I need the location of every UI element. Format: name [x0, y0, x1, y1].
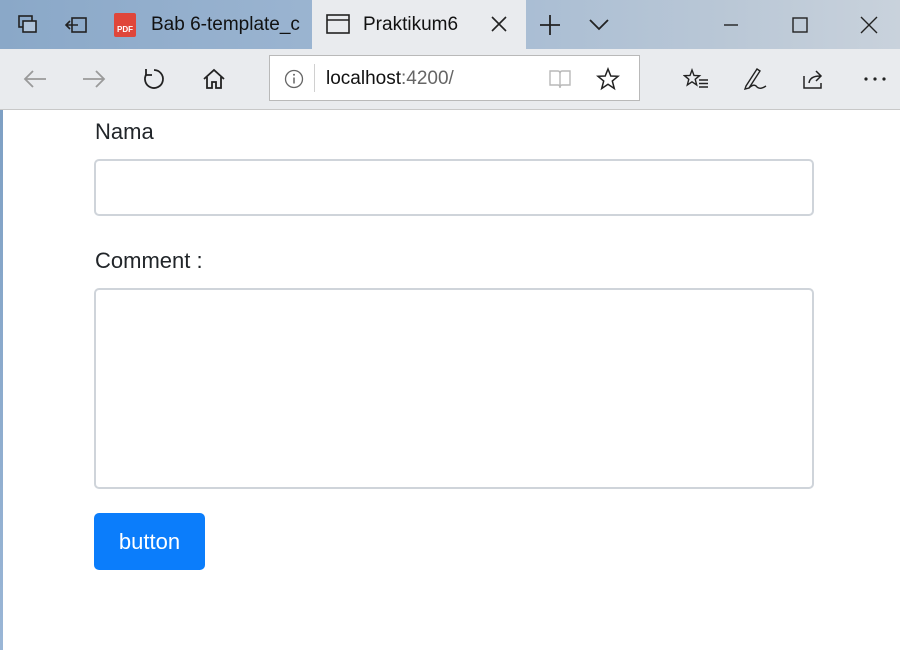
tab-bar: PDF Bab 6-template_c Praktikum6 [0, 0, 900, 49]
new-tab-icon[interactable] [528, 0, 572, 49]
home-icon[interactable] [189, 49, 239, 109]
refresh-icon[interactable] [129, 49, 179, 109]
tab-bab6[interactable]: PDF Bab 6-template_c [101, 0, 312, 49]
share-icon[interactable] [789, 49, 839, 109]
pen-notes-icon[interactable] [730, 49, 780, 109]
navigation-toolbar: localhost:4200/ [0, 49, 900, 110]
comment-label: Comment : [95, 248, 203, 273]
minimize-icon[interactable] [709, 0, 753, 49]
nama-input[interactable] [94, 159, 814, 216]
url-text[interactable]: localhost:4200/ [326, 68, 454, 90]
reading-view-icon[interactable] [548, 68, 572, 95]
submit-button[interactable]: button [94, 513, 205, 570]
maximize-icon[interactable] [778, 0, 822, 49]
url-port: :4200/ [401, 68, 454, 89]
tab-preview-icon[interactable] [6, 0, 50, 49]
tab-title: Praktikum6 [363, 13, 459, 35]
favorites-list-icon[interactable] [671, 49, 721, 109]
nama-label: Nama [95, 119, 154, 144]
favorite-star-icon[interactable] [596, 66, 620, 96]
address-bar[interactable]: localhost:4200/ [269, 55, 640, 101]
pdf-icon: PDF [114, 13, 136, 37]
info-icon[interactable] [284, 69, 304, 94]
tab-title: Bab 6-template_c [151, 13, 300, 35]
submit-button-label: button [118, 528, 181, 554]
close-tab-icon[interactable] [490, 15, 508, 38]
address-separator [314, 64, 315, 92]
chevron-down-icon[interactable] [577, 0, 621, 49]
back-arrow-icon[interactable] [10, 49, 60, 109]
forward-arrow-icon[interactable] [69, 49, 119, 109]
set-aside-tabs-icon[interactable] [54, 0, 98, 49]
url-host: localhost [326, 68, 401, 89]
more-options-icon[interactable] [850, 49, 900, 109]
window-icon [326, 14, 350, 39]
close-window-icon[interactable] [847, 0, 891, 49]
tab-praktikum6[interactable]: Praktikum6 [312, 0, 526, 49]
comment-textarea[interactable] [94, 288, 814, 489]
page-content: Nama Comment : button [0, 110, 900, 650]
